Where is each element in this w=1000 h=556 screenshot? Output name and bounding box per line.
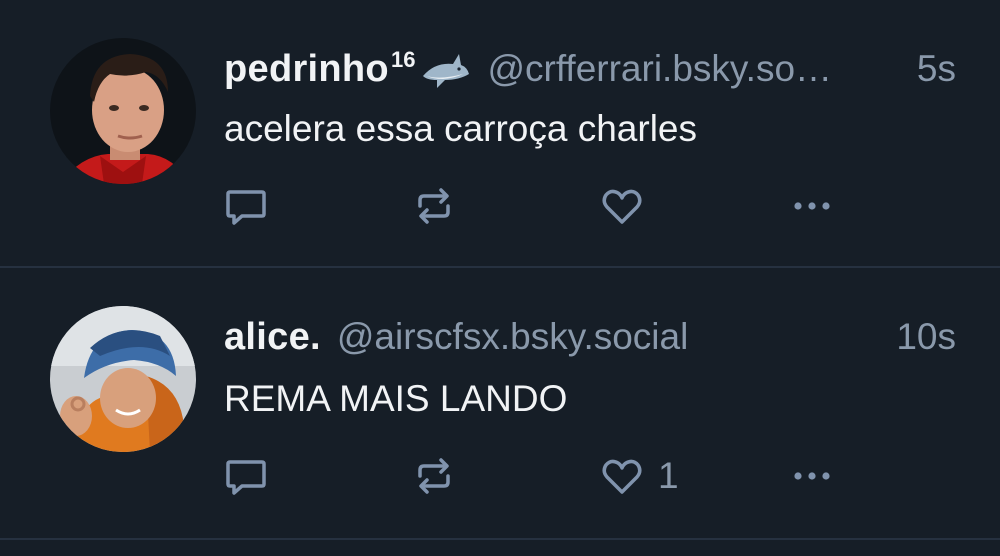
feed: pedrinho 16 @crfferrari.bsky.so… 5s acel…: [0, 0, 1000, 556]
post-item[interactable]: pedrinho 16 @crfferrari.bsky.so… 5s acel…: [0, 0, 1000, 268]
post-text: acelera essa carroça charles: [224, 108, 697, 149]
post-actions: 1: [224, 454, 864, 498]
timestamp[interactable]: 5s: [917, 48, 956, 90]
reply-button[interactable]: [224, 454, 268, 498]
handle[interactable]: @airscfsx.bsky.social: [337, 316, 878, 358]
post-header: pedrinho 16 @crfferrari.bsky.so… 5s: [224, 48, 956, 96]
reply-icon: [226, 190, 266, 225]
display-name[interactable]: alice.: [224, 316, 321, 359]
reply-icon: [226, 460, 266, 495]
more-options-button[interactable]: [788, 184, 836, 228]
heart-icon: [602, 189, 642, 224]
more-icon: [794, 472, 830, 480]
shark-emoji-icon: [419, 52, 471, 92]
display-name[interactable]: pedrinho: [224, 48, 389, 91]
display-name-suffix: 16: [390, 48, 416, 72]
post-text: REMA MAIS LANDO: [224, 378, 568, 419]
heart-icon: [602, 459, 642, 494]
handle[interactable]: @crfferrari.bsky.so…: [487, 48, 898, 90]
repost-icon: [418, 458, 450, 494]
repost-button[interactable]: [412, 184, 456, 228]
avatar[interactable]: [50, 38, 196, 184]
like-count: 1: [658, 455, 679, 496]
repost-icon: [418, 188, 450, 224]
post-header: alice. @airscfsx.bsky.social 10s: [224, 316, 956, 364]
like-button[interactable]: [600, 184, 658, 228]
more-options-button[interactable]: [788, 454, 836, 498]
avatar[interactable]: [50, 306, 196, 452]
timestamp[interactable]: 10s: [896, 316, 956, 358]
more-icon: [794, 202, 830, 210]
repost-button[interactable]: [412, 454, 456, 498]
like-button[interactable]: 1: [600, 454, 679, 498]
reply-button[interactable]: [224, 184, 268, 228]
post-item[interactable]: alice. @airscfsx.bsky.social 10s REMA MA…: [0, 270, 1000, 540]
post-actions: [224, 184, 864, 228]
